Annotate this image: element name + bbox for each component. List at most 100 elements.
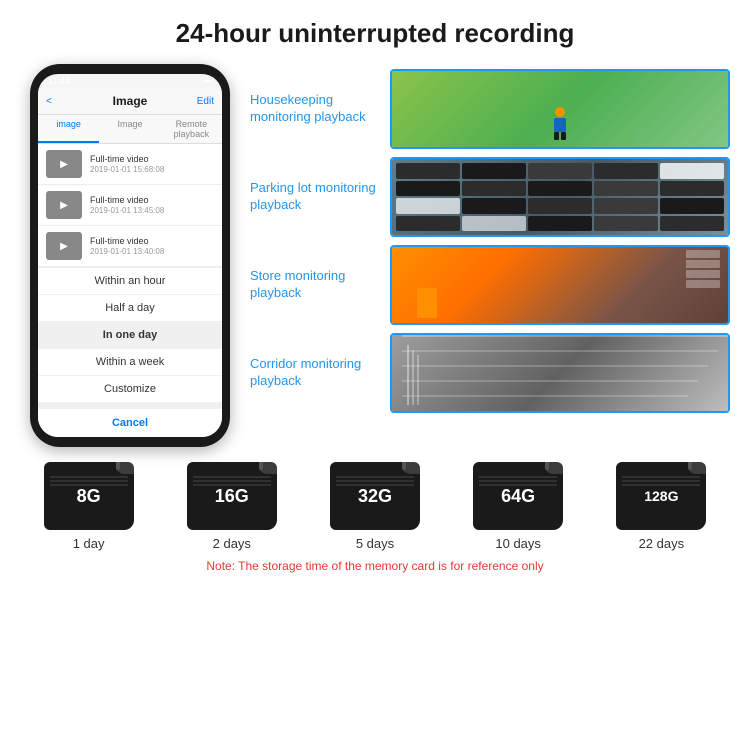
car: [660, 181, 724, 197]
car: [528, 163, 592, 179]
video-title-2: Full-time video: [90, 195, 214, 205]
tab-image[interactable]: image: [38, 115, 99, 143]
monitor-text-parking: Parking lot monitoring playback: [250, 180, 380, 214]
app-bar: < Image Edit: [38, 88, 222, 115]
parking-cars: [392, 159, 728, 235]
car: [528, 216, 592, 232]
figure-head: [555, 107, 565, 117]
sd-size-32g: 32G: [358, 486, 392, 507]
monitor-image-corridor: [390, 333, 730, 413]
car: [462, 216, 526, 232]
sd-size-64g: 64G: [501, 486, 535, 507]
sd-notch: [402, 462, 406, 470]
video-date-1: 2019-01-01 15:68:08: [90, 165, 214, 174]
car: [396, 163, 460, 179]
car: [396, 216, 460, 232]
dropdown-item-2[interactable]: Half a day: [38, 295, 222, 322]
sd-size-128g: 128G: [644, 488, 678, 504]
tab-remote-playback[interactable]: Remote playback: [161, 115, 222, 143]
car: [594, 198, 658, 214]
sd-notch: [545, 462, 549, 470]
sd-card-16g: 16G: [187, 462, 277, 530]
app-tabs: image Image Remote playback: [38, 115, 222, 144]
car: [594, 181, 658, 197]
phone-time: 11:44: [48, 76, 70, 86]
video-date-2: 2019-01-01 13:45:08: [90, 206, 214, 215]
figure-leg-right: [561, 132, 566, 140]
back-button[interactable]: <: [46, 96, 76, 107]
status-icons: ▪▪▪: [202, 76, 212, 86]
video-title-3: Full-time video: [90, 236, 214, 246]
monitor-row-housekeeping: Housekeeping monitoring playback: [250, 69, 730, 149]
store-shelves: [683, 247, 723, 323]
edit-button[interactable]: Edit: [184, 96, 214, 107]
storage-days-32g: 5 days: [356, 536, 394, 551]
car: [462, 163, 526, 179]
monitor-image-housekeeping: [390, 69, 730, 149]
figure-legs: [554, 132, 566, 140]
dropdown-item-3[interactable]: In one day: [38, 322, 222, 349]
car: [660, 216, 724, 232]
storage-card-64g: 64G 10 days: [473, 462, 563, 551]
phone-screen: 11:44 ▪▪▪ < Image Edit image Image Remot…: [38, 74, 222, 437]
monitor-text-store: Store monitoring playback: [250, 268, 380, 302]
sd-notch: [688, 462, 692, 470]
monitor-text-corridor: Corridor monitoring playback: [250, 356, 380, 390]
dropdown-item-1[interactable]: Within an hour: [38, 268, 222, 295]
car: [462, 181, 526, 197]
storage-days-128g: 22 days: [639, 536, 685, 551]
sd-card-128g: 128G: [616, 462, 706, 530]
child-figure: [554, 107, 566, 140]
monitor-row-corridor: Corridor monitoring playback: [250, 333, 730, 413]
car: [396, 198, 460, 214]
video-thumb-1: [46, 150, 82, 178]
housekeeping-img-bg: [392, 71, 728, 147]
storage-card-128g: 128G 22 days: [616, 462, 706, 551]
storage-note: Note: The storage time of the memory car…: [20, 559, 730, 573]
shelf: [686, 270, 720, 278]
monitoring-section: Housekeeping monitoring playback: [250, 64, 730, 447]
monitor-text-housekeeping: Housekeeping monitoring playback: [250, 92, 380, 126]
video-item-1[interactable]: Full-time video 2019-01-01 15:68:08: [38, 144, 222, 185]
sd-card-32g: 32G: [330, 462, 420, 530]
dropdown-item-4[interactable]: Within a week: [38, 349, 222, 376]
storage-section: 8G 1 day 16G 2 days 32G 5 days 64G 10 da…: [0, 447, 750, 581]
car: [462, 198, 526, 214]
car: [594, 163, 658, 179]
phone-container: 11:44 ▪▪▪ < Image Edit image Image Remot…: [20, 64, 240, 447]
status-bar: 11:44 ▪▪▪: [38, 74, 222, 88]
monitor-label-parking: Parking lot monitoring playback: [250, 180, 380, 214]
storage-card-8g: 8G 1 day: [44, 462, 134, 551]
video-date-3: 2019-01-01 13:40:08: [90, 247, 214, 256]
monitor-label-store: Store monitoring playback: [250, 268, 380, 302]
store-img-bg: [392, 247, 728, 323]
storage-days-64g: 10 days: [495, 536, 541, 551]
corridor-img-bg: [392, 335, 728, 411]
storage-card-16g: 16G 2 days: [187, 462, 277, 551]
video-item-2[interactable]: Full-time video 2019-01-01 13:45:08: [38, 185, 222, 226]
car: [396, 181, 460, 197]
video-info-3: Full-time video 2019-01-01 13:40:08: [90, 236, 214, 256]
storage-days-8g: 1 day: [73, 536, 105, 551]
car: [528, 181, 592, 197]
store-scene: [392, 247, 728, 323]
stair-step: [402, 395, 688, 397]
car: [660, 163, 724, 179]
tab-image2[interactable]: Image: [99, 115, 160, 143]
video-item-3[interactable]: Full-time video 2019-01-01 13:40:08: [38, 226, 222, 267]
figure-body: [554, 118, 566, 132]
dropdown-item-5[interactable]: Customize: [38, 376, 222, 403]
monitor-label-housekeeping: Housekeeping monitoring playback: [250, 92, 380, 126]
cancel-button[interactable]: Cancel: [38, 403, 222, 437]
phone-screen-inner: 11:44 ▪▪▪ < Image Edit image Image Remot…: [38, 74, 222, 437]
store-person: [417, 288, 437, 318]
stair-step: [402, 335, 728, 337]
monitor-row-parking: Parking lot monitoring playback: [250, 157, 730, 237]
car: [660, 198, 724, 214]
monitor-image-store: [390, 245, 730, 325]
monitor-label-corridor: Corridor monitoring playback: [250, 356, 380, 390]
page-header: 24-hour uninterrupted recording: [0, 0, 750, 59]
parking-img-bg: [392, 159, 728, 235]
stair-step: [402, 350, 718, 352]
video-info-1: Full-time video 2019-01-01 15:68:08: [90, 154, 214, 174]
